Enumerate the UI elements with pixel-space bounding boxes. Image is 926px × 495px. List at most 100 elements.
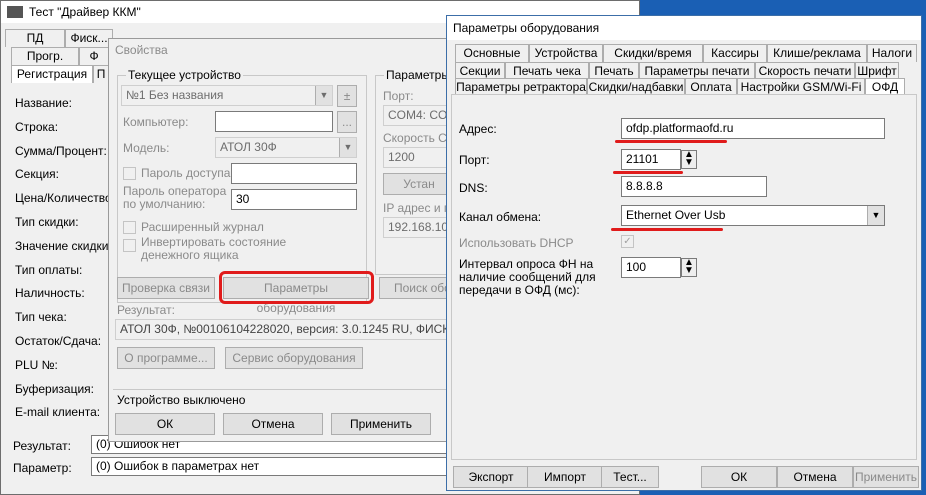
prop-result-label: Результат: — [117, 303, 175, 317]
hw-tab[interactable]: Клише/реклама — [767, 44, 867, 62]
field-label: Сумма/Процент: — [15, 143, 107, 158]
current-device-title: Текущее устройство — [126, 68, 243, 82]
tab-p[interactable]: П — [93, 65, 109, 83]
service-button[interactable]: Сервис оборудования — [225, 347, 363, 369]
hw-port-field[interactable]: 21101 — [621, 149, 681, 170]
hw-params-window: Параметры оборудования Основные Устройств… — [446, 15, 922, 491]
field-label: Тип чека: — [15, 310, 67, 325]
model-label: Модель: — [123, 141, 170, 155]
port-select[interactable]: COM4: COM — [383, 105, 455, 126]
channel-select[interactable]: Ethernet Over Usb ▼ — [621, 205, 885, 226]
invert-drawer-label: Инвертировать состояние денежного ящика — [141, 235, 287, 262]
tab-f[interactable]: Ф — [79, 47, 109, 65]
hw-tab[interactable]: Основные — [455, 44, 529, 62]
interval-label: Интервал опроса ФН на наличие сообщений … — [459, 257, 596, 297]
port-label: Порт: — [383, 89, 414, 103]
test-button[interactable]: Тест... — [601, 466, 659, 488]
hw-tab[interactable]: Кассиры — [703, 44, 767, 62]
main-param-label: Параметр: — [13, 461, 72, 475]
ip-label: IP адрес и п — [383, 201, 451, 215]
chevron-down-icon: ▼ — [315, 86, 332, 105]
dhcp-label: Использовать DHCP — [459, 236, 574, 250]
hw-titlebar: Параметры оборудования — [447, 16, 921, 40]
device-select[interactable]: №1 Без названия ▼ — [121, 85, 333, 106]
tab-progr[interactable]: Прогр. — [11, 47, 79, 65]
chevron-down-icon: ▼ — [867, 206, 884, 225]
field-label: PLU №: — [15, 357, 58, 372]
properties-titlebar: Свойства — [109, 39, 455, 61]
main-title: Тест "Драйвер ККМ" — [29, 5, 141, 19]
check-connection-button[interactable]: Проверка связи — [117, 277, 215, 299]
field-label: Наличность: — [15, 286, 85, 301]
tab-fisk[interactable]: Фиск... — [65, 29, 113, 47]
params-title: Параметры — [384, 68, 452, 82]
dhcp-checkbox[interactable]: ✓ — [621, 235, 634, 248]
model-select-value: АТОЛ 30Ф — [220, 140, 277, 154]
dns-field[interactable]: 8.8.8.8 — [621, 176, 767, 197]
computer-browse-button[interactable]: ... — [337, 111, 357, 133]
operator-pw-field[interactable]: 30 — [231, 189, 357, 210]
field-label: Секция: — [15, 167, 59, 182]
hw-apply-button[interactable]: Применить — [853, 466, 919, 488]
field-label: Тип оплаты: — [15, 262, 83, 277]
export-button[interactable]: Экспорт — [453, 466, 529, 488]
interval-spinner[interactable]: ▲ ▼ — [681, 258, 697, 277]
channel-label: Канал обмена: — [459, 210, 542, 224]
tab-registration[interactable]: Регистрация — [11, 65, 93, 83]
hw-params-highlight — [219, 271, 374, 304]
field-label: Тип скидки: — [15, 215, 79, 229]
field-label: Название: — [15, 96, 72, 110]
hw-tab[interactable]: Скидки/время — [603, 44, 703, 62]
search-hw-button[interactable]: Поиск обо — [379, 277, 455, 299]
channel-underline — [611, 228, 723, 231]
tab-pd[interactable]: ПД — [5, 29, 65, 47]
main-result-label: Результат: — [13, 439, 71, 453]
field-label: Остаток/Сдача: — [15, 334, 102, 348]
model-select[interactable]: АТОЛ 30Ф ▼ — [215, 137, 357, 158]
address-underline — [615, 140, 727, 143]
address-field[interactable]: ofdp.platformaofd.ru — [621, 118, 885, 139]
field-label: E-mail клиента: — [15, 405, 101, 420]
channel-select-value: Ethernet Over Usb — [626, 208, 726, 222]
port-spinner[interactable]: ▲ ▼ — [681, 150, 697, 169]
prop-cancel-button[interactable]: Отмена — [223, 413, 323, 435]
hw-cancel-button[interactable]: Отмена — [777, 466, 853, 488]
access-pw-field[interactable] — [231, 163, 357, 184]
prop-result-field: АТОЛ 30Ф, №00106104228020, версия: 3.0.1… — [115, 319, 455, 340]
computer-field[interactable] — [215, 111, 333, 132]
ext-journal-checkbox[interactable] — [123, 221, 136, 234]
prop-apply-button[interactable]: Применить — [331, 413, 431, 435]
field-label: Буферизация: — [15, 381, 94, 396]
device-add-button[interactable]: ± — [337, 85, 357, 107]
field-label: Цена/Количество: — [15, 191, 115, 206]
properties-window: Свойства Текущее устройство №1 Без назва… — [108, 38, 456, 442]
invert-drawer-checkbox[interactable] — [123, 239, 136, 252]
interval-field[interactable]: 100 — [621, 257, 681, 278]
status-text: Устройство выключено — [117, 393, 246, 407]
import-button[interactable]: Импорт — [527, 466, 603, 488]
speed-label: Скорость СС — [383, 131, 456, 145]
ext-journal-label: Расширенный журнал — [141, 220, 264, 234]
hw-title: Параметры оборудования — [453, 21, 600, 35]
hw-port-label: Порт: — [459, 153, 490, 167]
speed-select[interactable]: 1200 — [383, 147, 455, 168]
prop-ok-button[interactable]: ОК — [115, 413, 215, 435]
operator-pw-label: Пароль оператора по умолчанию: — [123, 184, 227, 211]
address-label: Адрес: — [459, 122, 497, 136]
ip-field[interactable]: 192.168.10.1 — [383, 217, 455, 238]
field-label: Значение скидки: — [15, 238, 112, 253]
dns-label: DNS: — [459, 181, 488, 195]
computer-label: Компьютер: — [123, 115, 189, 129]
hw-ok-button[interactable]: ОК — [701, 466, 777, 488]
access-pw-checkbox[interactable] — [123, 167, 136, 180]
set-button[interactable]: Устан — [383, 173, 455, 195]
device-select-value: №1 Без названия — [126, 88, 224, 102]
chevron-down-icon: ▼ — [339, 138, 356, 157]
field-label: Строка: — [15, 119, 59, 134]
status-bar: Устройство выключено — [113, 389, 453, 407]
properties-title: Свойства — [115, 43, 168, 57]
hw-tab[interactable]: Устройства — [529, 44, 603, 62]
hw-tab[interactable]: Налоги — [867, 44, 917, 62]
app-icon — [7, 6, 23, 18]
about-button[interactable]: О программе... — [117, 347, 215, 369]
